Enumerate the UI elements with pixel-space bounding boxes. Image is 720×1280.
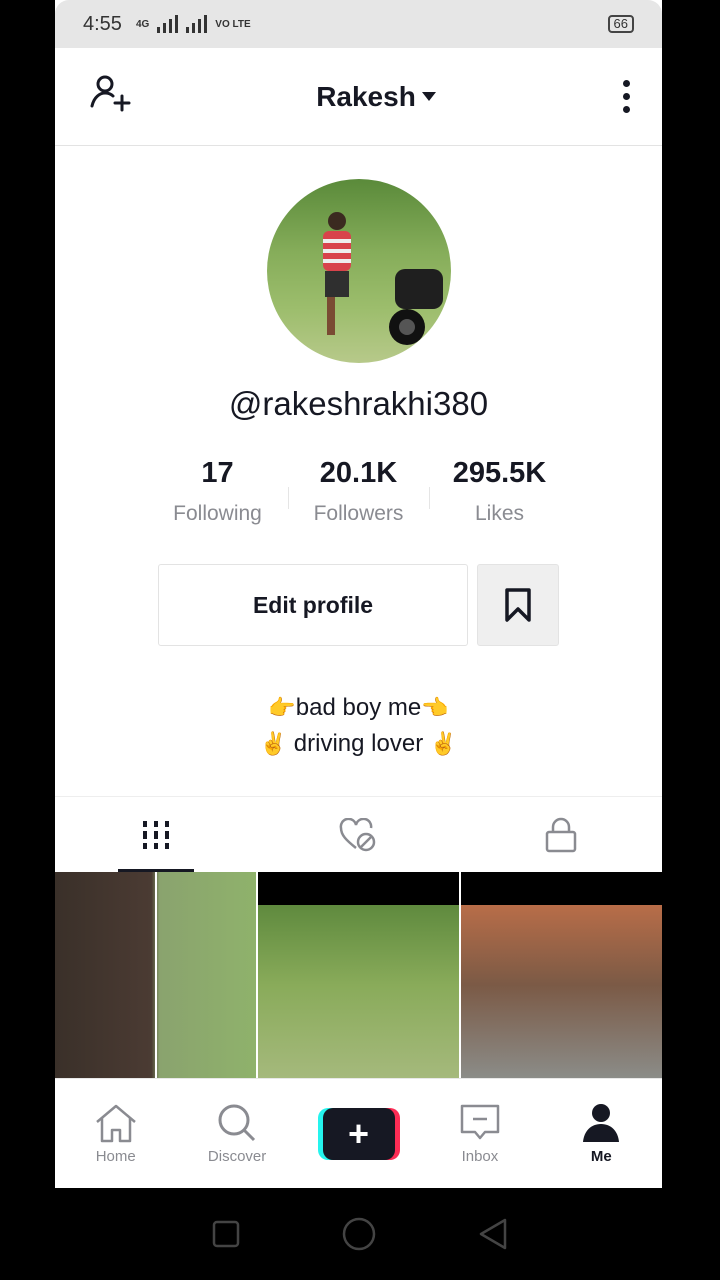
stat-following[interactable]: 17 Following — [147, 457, 288, 526]
pointing-right-icon: 👉 — [268, 695, 296, 720]
username: @rakeshrakhi380 — [228, 385, 489, 422]
bio-line-2: ✌ driving lover ✌ — [55, 726, 662, 762]
profile-icon — [583, 1104, 620, 1142]
bookmark-icon — [505, 588, 531, 622]
stat-followers-label: Followers — [313, 502, 404, 525]
signal-icon-2 — [186, 15, 208, 33]
video-thumbnail[interactable] — [258, 872, 459, 1078]
tab-liked[interactable] — [257, 797, 459, 872]
victory-hand-icon-2: ✌ — [429, 731, 458, 756]
more-icon[interactable] — [619, 76, 634, 117]
stat-likes-value: 295.5K — [452, 457, 547, 489]
avatar-bike — [388, 269, 443, 345]
top-bar: Rakesh — [55, 48, 662, 146]
nav-home-label: Home — [95, 1148, 136, 1165]
video-thumbnail[interactable] — [55, 872, 256, 1078]
recents-icon[interactable] — [211, 1219, 241, 1249]
video-thumbnail[interactable] — [461, 872, 662, 1078]
home-icon — [95, 1104, 136, 1143]
pointing-left-icon: 👈 — [421, 695, 449, 720]
nav-discover-label: Discover — [207, 1148, 267, 1165]
bio-text-1: bad boy me — [295, 694, 422, 721]
nav-home[interactable]: Home — [55, 1079, 176, 1188]
lock-icon — [545, 817, 577, 852]
inbox-icon — [460, 1104, 500, 1140]
back-icon[interactable] — [477, 1217, 509, 1251]
network-4g-label: 4G — [135, 18, 150, 30]
stats-row: 17 Following 20.1K Followers 295.5K Like… — [55, 457, 662, 526]
nav-me[interactable]: Me — [541, 1079, 662, 1188]
stat-following-value: 17 — [201, 457, 234, 489]
tab-private[interactable] — [460, 797, 662, 872]
nav-create[interactable]: + — [298, 1079, 419, 1188]
app-screen: 4:55 4G VO LTE 66 Rakesh @rakeshrakhi380… — [55, 0, 662, 1188]
bio: 👉bad boy me👈 ✌ driving lover ✌ — [55, 690, 662, 762]
edit-profile-button[interactable]: Edit profile — [158, 564, 468, 646]
nav-inbox[interactable]: Inbox — [419, 1079, 540, 1188]
account-switcher[interactable]: Rakesh — [316, 81, 436, 113]
chevron-down-icon — [421, 92, 436, 101]
status-time: 4:55 — [83, 12, 122, 35]
account-name: Rakesh — [316, 80, 416, 112]
bookmark-button[interactable] — [477, 564, 559, 646]
stat-followers-value: 20.1K — [319, 457, 398, 489]
search-icon — [218, 1104, 256, 1142]
stat-following-label: Following — [173, 502, 262, 525]
video-grid — [55, 872, 662, 1078]
bio-text-2: driving lover — [293, 730, 424, 757]
nav-me-label: Me — [590, 1148, 612, 1165]
status-bar: 4:55 4G VO LTE 66 — [55, 0, 662, 48]
network-volte-label: VO LTE — [215, 18, 251, 30]
system-nav-bar — [0, 1188, 720, 1280]
signal-icon — [157, 15, 179, 33]
stat-likes[interactable]: 295.5K Likes — [429, 457, 570, 526]
liked-hidden-icon — [340, 817, 376, 851]
grid-icon — [143, 820, 170, 849]
stat-likes-label: Likes — [474, 502, 525, 525]
nav-discover[interactable]: Discover — [176, 1079, 297, 1188]
avatar-photo — [322, 212, 351, 335]
plus-icon: + — [322, 1107, 395, 1160]
nav-inbox-label: Inbox — [461, 1148, 499, 1165]
tab-videos[interactable] — [55, 797, 257, 872]
avatar[interactable] — [266, 179, 451, 363]
home-circle-icon[interactable] — [341, 1216, 377, 1252]
victory-hand-icon: ✌ — [259, 731, 288, 756]
create-button[interactable]: + — [317, 1107, 400, 1160]
content-tabs — [55, 796, 662, 872]
add-user-icon[interactable] — [89, 72, 133, 121]
bio-line-1: 👉bad boy me👈 — [55, 690, 662, 726]
battery-indicator: 66 — [607, 15, 634, 33]
stat-followers[interactable]: 20.1K Followers — [288, 457, 429, 526]
bottom-nav: Home Discover + Inbox Me — [55, 1078, 662, 1188]
profile-actions: Edit profile — [55, 564, 662, 646]
